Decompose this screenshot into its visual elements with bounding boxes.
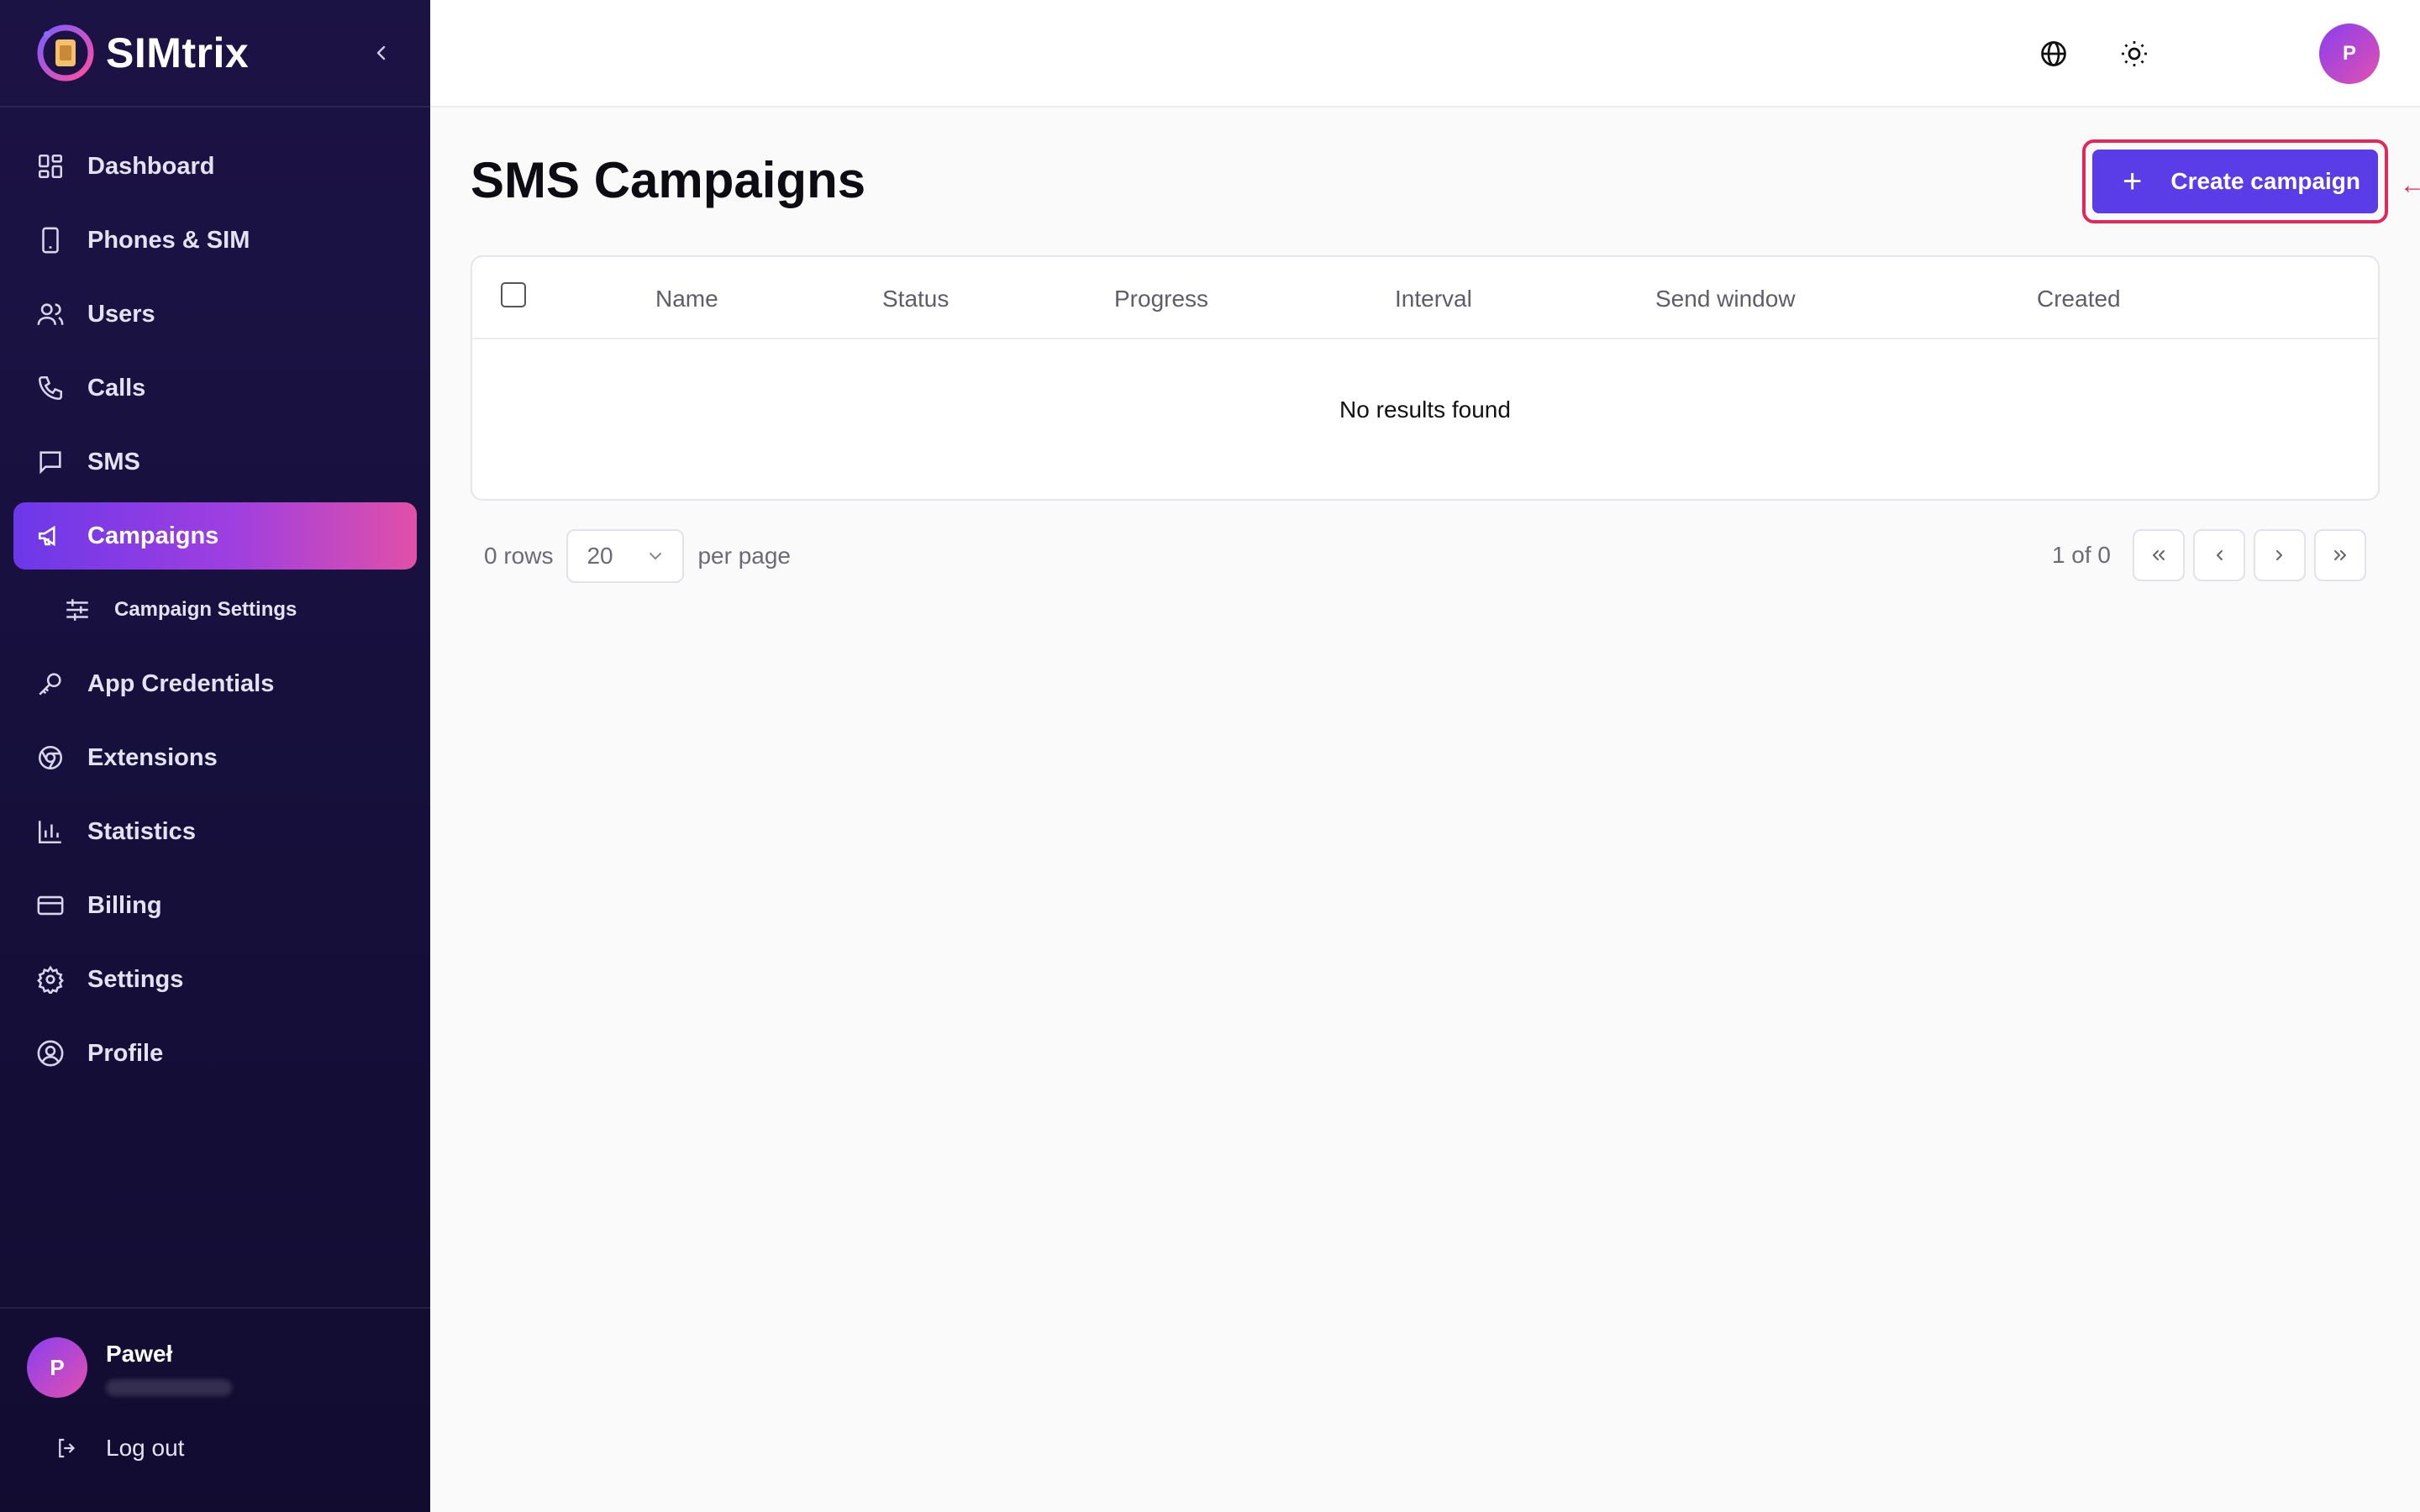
sidebar-item-calls[interactable]: Calls bbox=[13, 354, 417, 422]
logout-button[interactable]: Log out bbox=[52, 1433, 184, 1463]
sliders-icon bbox=[60, 593, 94, 627]
logo-icon bbox=[37, 24, 94, 81]
empty-state-message: No results found bbox=[1339, 396, 1511, 423]
row-count: 0 rows bbox=[484, 543, 554, 569]
table-header: Name Status Progress Interval Send windo… bbox=[472, 257, 2378, 339]
brand-header: SIMtrix bbox=[0, 0, 430, 108]
sidebar-item-label: Calls bbox=[87, 374, 146, 402]
chevron-left-icon bbox=[2217, 550, 2223, 560]
chevrons-right-icon bbox=[2334, 550, 2346, 560]
theme-toggle-button[interactable] bbox=[2116, 35, 2153, 72]
sidebar-item-label: Campaign Settings bbox=[114, 598, 297, 621]
sidebar-item-label: Campaigns bbox=[87, 522, 219, 549]
sidebar-item-campaign-settings[interactable]: Campaign Settings bbox=[13, 576, 417, 643]
arrow-left-icon: ← bbox=[2400, 171, 2420, 199]
sidebar-item-extensions[interactable]: Extensions bbox=[13, 724, 417, 791]
sidebar-item-statistics[interactable]: Statistics bbox=[13, 798, 417, 865]
last-page-button[interactable] bbox=[2314, 529, 2366, 581]
dashboard-icon bbox=[34, 150, 67, 183]
sidebar-item-profile[interactable]: Profile bbox=[13, 1020, 417, 1087]
first-page-button[interactable] bbox=[2133, 529, 2185, 581]
select-all-checkbox[interactable] bbox=[501, 282, 526, 307]
sidebar-item-label: Users bbox=[87, 300, 155, 328]
sidebar-item-label: App Credentials bbox=[87, 669, 275, 697]
next-page-button[interactable] bbox=[2254, 529, 2306, 581]
page-info: 1 of 0 bbox=[2051, 542, 2111, 568]
campaigns-table: Name Status Progress Interval Send windo… bbox=[471, 255, 2380, 501]
column-header-interval[interactable]: Interval bbox=[1395, 286, 1472, 312]
sidebar-item-label: Statistics bbox=[87, 817, 196, 845]
users-icon bbox=[34, 297, 67, 331]
phone-device-icon bbox=[34, 223, 67, 257]
sidebar-item-label: Dashboard bbox=[87, 152, 215, 180]
credit-card-icon bbox=[34, 889, 67, 922]
sidebar-item-settings[interactable]: Settings bbox=[13, 946, 417, 1013]
avatar: P bbox=[27, 1337, 87, 1398]
sidebar-item-label: Profile bbox=[87, 1039, 164, 1067]
sidebar-item-users[interactable]: Users bbox=[13, 281, 417, 348]
chrome-icon bbox=[34, 741, 67, 774]
user-info[interactable]: P Paweł bbox=[27, 1337, 232, 1398]
sidebar-item-label: Extensions bbox=[87, 743, 218, 771]
column-header-send-window[interactable]: Send window bbox=[1655, 286, 1796, 312]
topbar: P bbox=[430, 0, 2420, 108]
column-header-created[interactable]: Created bbox=[2037, 286, 2121, 312]
page-title: SMS Campaigns bbox=[471, 152, 866, 208]
megaphone-icon bbox=[34, 519, 67, 553]
rows-per-page: 0 rows 20 per page bbox=[484, 529, 791, 583]
per-page-value: 20 bbox=[587, 543, 613, 569]
sidebar-item-label: Settings bbox=[87, 965, 184, 993]
language-button[interactable] bbox=[2035, 35, 2072, 72]
column-header-progress[interactable]: Progress bbox=[1114, 286, 1208, 312]
pagination: 1 of 0 bbox=[2052, 529, 2366, 581]
key-icon bbox=[34, 667, 67, 701]
collapse-sidebar-button[interactable] bbox=[370, 41, 393, 65]
create-campaign-button[interactable]: + Create campaign bbox=[2092, 150, 2378, 213]
user-circle-icon bbox=[34, 1037, 67, 1070]
sidebar-item-label: Phones & SIM bbox=[87, 226, 250, 254]
sidebar-item-sms[interactable]: SMS bbox=[13, 428, 417, 496]
sidebar-item-campaigns[interactable]: Campaigns bbox=[13, 502, 417, 570]
gear-icon bbox=[34, 963, 67, 996]
plus-icon: + bbox=[2123, 163, 2143, 200]
phone-call-icon bbox=[34, 371, 67, 405]
previous-page-button[interactable] bbox=[2193, 529, 2245, 581]
sidebar-item-phones-sim[interactable]: Phones & SIM bbox=[13, 207, 417, 274]
per-page-select[interactable]: 20 bbox=[566, 529, 685, 583]
avatar[interactable]: P bbox=[2319, 24, 2380, 84]
create-campaign-label: Create campaign bbox=[2170, 168, 2360, 194]
column-header-status[interactable]: Status bbox=[882, 286, 949, 312]
sidebar-item-label: SMS bbox=[87, 448, 140, 475]
globe-icon bbox=[2041, 41, 2066, 66]
sidebar-item-dashboard[interactable]: Dashboard bbox=[13, 133, 417, 200]
sidebar-item-billing[interactable]: Billing bbox=[13, 872, 417, 939]
chevron-right-icon bbox=[2276, 550, 2282, 560]
bar-chart-icon bbox=[34, 815, 67, 848]
sidebar-nav: Dashboard Phones & SIM Users Calls SMS C… bbox=[0, 108, 430, 1087]
app-name: SIMtrix bbox=[106, 29, 250, 76]
message-icon bbox=[34, 445, 67, 479]
user-email-redacted bbox=[106, 1379, 232, 1396]
sidebar: SIMtrix Dashboard Phones & SIM Users Cal… bbox=[0, 0, 430, 1512]
per-page-label: per page bbox=[697, 543, 792, 569]
logout-icon bbox=[52, 1433, 82, 1463]
chevron-left-icon bbox=[376, 45, 386, 60]
user-name: Paweł bbox=[106, 1341, 173, 1367]
chevrons-left-icon bbox=[2153, 550, 2165, 560]
sidebar-item-app-credentials[interactable]: App Credentials bbox=[13, 650, 417, 717]
user-panel: P Paweł Log out bbox=[0, 1307, 430, 1512]
chevron-down-icon bbox=[650, 553, 662, 559]
sidebar-item-label: Billing bbox=[87, 891, 162, 919]
logout-label: Log out bbox=[106, 1435, 185, 1461]
sun-icon bbox=[2122, 41, 2147, 66]
column-header-name[interactable]: Name bbox=[655, 286, 718, 312]
